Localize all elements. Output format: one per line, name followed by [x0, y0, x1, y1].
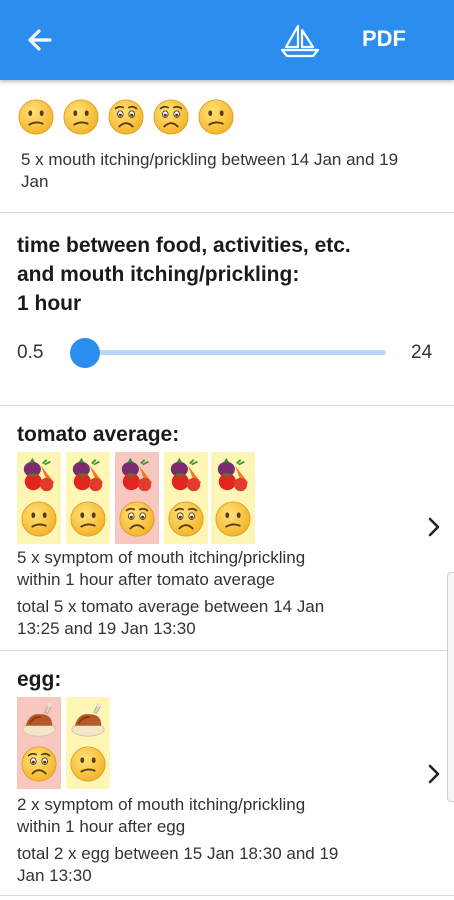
summary-text: 5 x mouth itching/prickling between 14 J…: [21, 150, 399, 191]
total-count-line: total 2 x egg between 15 Jan 18:30 and 1…: [17, 844, 339, 863]
slightly-frowning-face-icon: [69, 500, 107, 538]
time-filter-title-line: and mouth itching/prickling:: [17, 263, 300, 286]
symptom-count-line: within 1 hour after tomato average: [17, 570, 275, 589]
boat-icon[interactable]: [278, 20, 322, 60]
food-card-tomato[interactable]: tomato average: 5 x symptom of mouth itc…: [0, 406, 454, 651]
entry-cell: [115, 452, 159, 544]
time-filter-section: time between food, activities, etc. and …: [0, 213, 454, 406]
entry-cell: [66, 452, 110, 544]
food-card-egg[interactable]: egg: 2 x symptom of mouth itching/prickl…: [0, 651, 454, 896]
entry-cell: [66, 697, 110, 789]
symptom-count-line: 2 x symptom of mouth itching/prickling: [17, 795, 306, 814]
egg-icon: [20, 701, 58, 739]
symptom-count-line: 5 x symptom of mouth itching/prickling: [17, 548, 306, 567]
entry-cell: [164, 452, 208, 544]
slightly-frowning-face-icon: [69, 745, 107, 783]
slider-track[interactable]: [72, 350, 386, 355]
vegetables-icon: [20, 456, 58, 494]
app-bar: PDF: [0, 0, 454, 80]
chevron-right-icon[interactable]: [426, 762, 442, 786]
summary-section: 5 x mouth itching/prickling between 14 J…: [0, 80, 454, 213]
slightly-frowning-face-icon: [20, 500, 58, 538]
vegetables-icon: [118, 456, 156, 494]
time-filter-title: time between food, activities, etc. and …: [17, 231, 437, 318]
symptom-count-line: within 1 hour after egg: [17, 817, 186, 836]
total-count-line: total 5 x tomato average between 14 Jan: [17, 597, 325, 616]
worried-face-icon: [107, 98, 145, 136]
slider-min-label: 0.5: [17, 342, 44, 363]
total-count-line: Jan 13:30: [17, 866, 92, 885]
worried-face-icon: [20, 745, 58, 783]
egg-icon: [69, 701, 107, 739]
symptom-count-text: 2 x symptom of mouth itching/prickling w…: [17, 794, 417, 838]
total-count-line: 13:25 and 19 Jan 13:30: [17, 619, 196, 638]
time-filter-value: 1 hour: [17, 292, 82, 315]
time-filter-title-line: time between food, activities, etc.: [17, 234, 351, 257]
symptom-faces-row: [17, 98, 235, 141]
chevron-right-icon[interactable]: [426, 515, 442, 539]
slider-thumb[interactable]: [70, 338, 100, 368]
scrollbar[interactable]: [447, 572, 454, 802]
back-arrow-icon[interactable]: [22, 22, 58, 58]
slightly-frowning-face-icon: [62, 98, 100, 136]
vegetables-icon: [167, 456, 205, 494]
slider-max-label: 24: [411, 342, 433, 363]
pdf-button[interactable]: PDF: [362, 26, 406, 52]
entry-cell: [17, 452, 61, 544]
slightly-frowning-face-icon: [214, 500, 252, 538]
food-title: egg:: [17, 668, 62, 691]
slightly-frowning-face-icon: [17, 98, 55, 136]
worried-face-icon: [152, 98, 190, 136]
symptom-count-text: 5 x symptom of mouth itching/prickling w…: [17, 547, 417, 591]
entry-cell: [17, 697, 61, 789]
total-count-text: total 5 x tomato average between 14 Jan …: [17, 596, 417, 640]
worried-face-icon: [167, 500, 205, 538]
vegetables-icon: [69, 456, 107, 494]
slightly-frowning-face-icon: [197, 98, 235, 136]
entry-cell: [211, 452, 255, 544]
food-title: tomato average:: [17, 423, 180, 446]
vegetables-icon: [214, 456, 252, 494]
worried-face-icon: [118, 500, 156, 538]
total-count-text: total 2 x egg between 15 Jan 18:30 and 1…: [17, 843, 417, 887]
